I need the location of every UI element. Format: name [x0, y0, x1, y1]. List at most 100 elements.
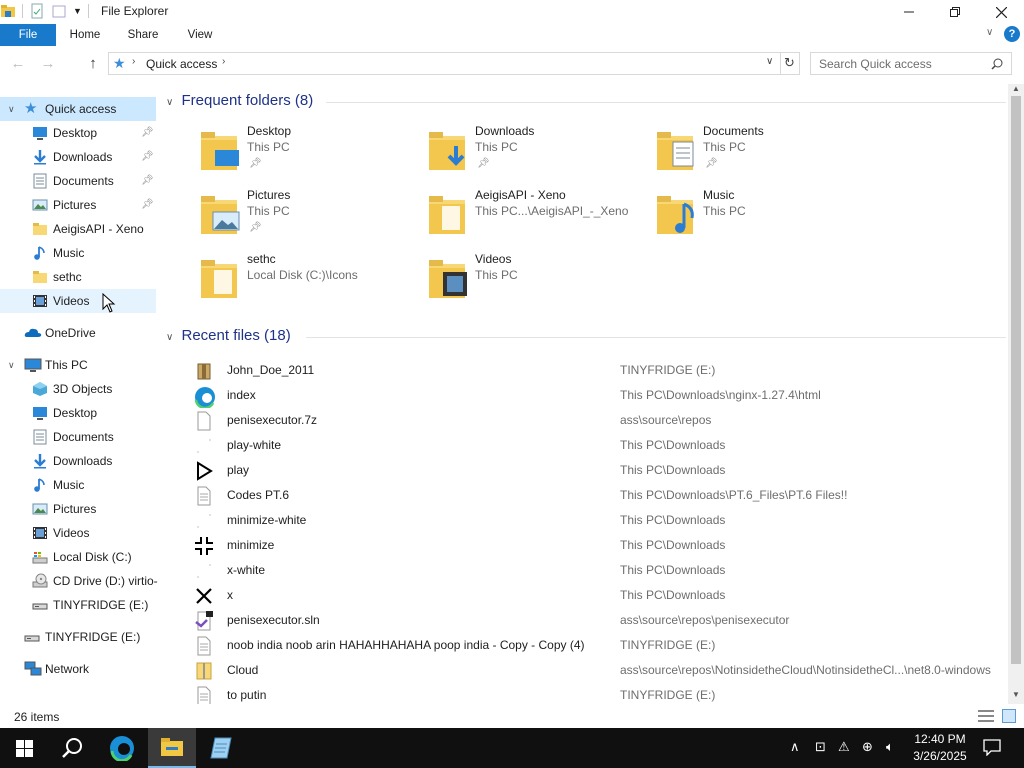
tab-share[interactable]: Share	[118, 24, 168, 46]
recent-file-row[interactable]: noob india noob arin HAHAHHAHAHA poop in…	[160, 633, 1008, 658]
properties-icon[interactable]	[29, 3, 45, 19]
taskbar-edge-button[interactable]	[98, 728, 146, 768]
sidebar-item-pictures[interactable]: Pictures 📌︎	[0, 193, 156, 217]
sidebar-item-music[interactable]: Music	[0, 241, 156, 265]
sidebar-item-pc-local-disk-c-[interactable]: Local Disk (C:)	[0, 545, 156, 569]
sidebar-item-pc-downloads[interactable]: Downloads	[0, 449, 156, 473]
back-button[interactable]: ←	[8, 54, 28, 74]
tab-view[interactable]: View	[175, 24, 225, 46]
recent-file-row[interactable]: play-white This PC\Downloads	[160, 433, 1008, 458]
recent-file-row[interactable]: to putin TINYFRIDGE (E:)	[160, 683, 1008, 704]
restore-button[interactable]	[932, 0, 978, 24]
folder-tile-aeigisapi-xeno[interactable]: AeigisAPI - Xeno This PC...\AeigisAPI_-_X…	[388, 184, 628, 244]
notifications-icon[interactable]	[983, 739, 1001, 756]
recent-file-row[interactable]: John_Doe_2011 TINYFRIDGE (E:)	[160, 358, 1008, 383]
defender-warning-icon[interactable]: ⚠	[838, 739, 850, 755]
folder-tile-sethc[interactable]: sethc Local Disk (C:)\Icons	[160, 248, 380, 308]
folder-tile-music[interactable]: Music This PC	[616, 184, 836, 244]
search-input[interactable]: Search Quick access	[810, 52, 1012, 75]
sidebar-item-label: Downloads	[53, 454, 113, 468]
recent-file-row[interactable]: index This PC\Downloads\nginx-1.27.4\html	[160, 383, 1008, 410]
sidebar-item-quick-access[interactable]: ∨ ★ Quick access	[0, 97, 156, 121]
tab-home[interactable]: Home	[60, 24, 110, 46]
vertical-scrollbar[interactable]: ▲ ▼	[1008, 84, 1024, 704]
recent-file-row[interactable]: play This PC\Downloads	[160, 458, 1008, 483]
clock[interactable]: 12:40 PM 3/26/2025	[905, 731, 975, 765]
scroll-up-icon[interactable]: ▲	[1012, 84, 1020, 93]
sidebar-item-downloads[interactable]: Downloads 📌︎	[0, 145, 156, 169]
sidebar-item-pc-music[interactable]: Music	[0, 473, 156, 497]
expand-ribbon-chevron-icon[interactable]: ∨	[986, 27, 993, 38]
forward-button[interactable]: →	[38, 54, 58, 74]
details-view-icon[interactable]	[978, 709, 994, 723]
sidebar-item-pc-documents[interactable]: Documents	[0, 425, 156, 449]
folder-tile-documents[interactable]: Documents This PC 📌︎	[616, 120, 836, 180]
pin-icon[interactable]: 📌︎	[141, 169, 154, 193]
folder-tile-pictures[interactable]: Pictures This PC 📌︎	[160, 184, 380, 244]
recent-file-row[interactable]: Codes PT.6 This PC\Downloads\PT.6_Files\P…	[160, 483, 1008, 508]
large-icons-view-icon[interactable]	[1002, 709, 1016, 723]
recent-file-row[interactable]: penisexecutor.7z ass\source\repos	[160, 408, 1008, 433]
sidebar-item-desktop[interactable]: Desktop 📌︎	[0, 121, 156, 145]
breadcrumb-quick-access[interactable]: Quick access	[146, 57, 217, 71]
sidebar-item-label: Quick access	[45, 102, 117, 116]
close-button[interactable]	[978, 0, 1024, 24]
frequent-folders-header[interactable]: ∨ Frequent folders (8)	[166, 92, 1006, 109]
pin-icon[interactable]: 📌︎	[141, 121, 154, 145]
recent-file-row[interactable]: Cloud ass\source\repos\NotinsidetheCloud\…	[160, 658, 1008, 683]
help-icon[interactable]: ?	[1004, 26, 1020, 42]
address-bar[interactable]: ★ › Quick access › ∨ ↻	[108, 52, 800, 75]
address-dropdown-icon[interactable]: ∨	[766, 56, 773, 67]
sidebar-item-pc-tinyfridge-e-[interactable]: TINYFRIDGE (E:)	[0, 593, 156, 617]
taskbar-file-explorer-button[interactable]	[148, 728, 196, 768]
folder-tile-downloads[interactable]: Downloads This PC 📌︎	[388, 120, 608, 180]
collapse-chevron-icon[interactable]: ∨	[8, 353, 15, 377]
sidebar-item-documents[interactable]: Documents 📌︎	[0, 169, 156, 193]
folder-tile-desktop[interactable]: Desktop This PC 📌︎	[160, 120, 380, 180]
tab-file[interactable]: File	[0, 24, 56, 46]
scroll-down-icon[interactable]: ▼	[1012, 690, 1020, 699]
sidebar-item-videos[interactable]: Videos	[0, 289, 156, 313]
minimize-button[interactable]	[886, 0, 932, 24]
new-folder-icon[interactable]	[51, 3, 67, 19]
volume-icon[interactable]: 🔈︎	[886, 739, 894, 755]
taskbar-notepad-button[interactable]	[197, 728, 245, 768]
sidebar-item-pc-pictures[interactable]: Pictures	[0, 497, 156, 521]
recent-file-row[interactable]: minimize-white This PC\Downloads	[160, 508, 1008, 533]
sidebar-item-pc-desktop[interactable]: Desktop	[0, 401, 156, 425]
folder-name: Pictures	[247, 188, 291, 202]
recent-file-row[interactable]: x This PC\Downloads	[160, 583, 1008, 608]
taskbar-search-button[interactable]	[48, 728, 96, 768]
show-hidden-icons-chevron-icon[interactable]: ∧	[790, 739, 800, 755]
sidebar-item-pc-cd-drive-d-virtio-[interactable]: CD Drive (D:) virtio-	[0, 569, 158, 593]
scrollbar-thumb[interactable]	[1011, 96, 1021, 664]
pin-icon[interactable]: 📌︎	[141, 145, 154, 169]
recent-file-row[interactable]: penisexecutor.sln ass\source\repos\penise…	[160, 608, 1008, 633]
file-name: Cloud	[227, 663, 259, 677]
collapse-chevron-icon[interactable]: ∨	[8, 97, 15, 121]
sidebar-item-aeigisapi-xeno[interactable]: AeigisAPI - Xeno	[0, 217, 156, 241]
recent-files-header[interactable]: ∨ Recent files (18)	[166, 327, 1006, 344]
sidebar-item-pc-videos[interactable]: Videos	[0, 521, 156, 545]
sidebar-item-tinyfridge[interactable]: TINYFRIDGE (E:)	[0, 625, 156, 649]
breadcrumb-chevron-icon[interactable]: ›	[222, 56, 225, 67]
up-button[interactable]: ↑	[83, 54, 103, 74]
refresh-icon[interactable]: ↻	[784, 55, 795, 71]
sidebar-item-this-pc[interactable]: ∨ This PC	[0, 353, 156, 377]
sidebar-item-label: sethc	[53, 270, 82, 284]
network-globe-icon[interactable]: ⊕	[862, 739, 873, 755]
sidebar-item-pc-3d-objects[interactable]: 3D Objects	[0, 377, 156, 401]
recent-file-row[interactable]: minimize This PC\Downloads	[160, 533, 1008, 558]
recent-file-row[interactable]: x-white This PC\Downloads	[160, 558, 1008, 583]
customize-toolbar-chevron-icon[interactable]: ▼	[73, 6, 82, 16]
pin-icon[interactable]: 📌︎	[141, 193, 154, 217]
sidebar-item-onedrive[interactable]: OneDrive	[0, 321, 156, 345]
sidebar-item-label: OneDrive	[45, 326, 96, 340]
sidebar-item-sethc[interactable]: sethc	[0, 265, 156, 289]
folder-tile-videos[interactable]: Videos This PC	[388, 248, 608, 308]
downloads-icon	[32, 453, 48, 469]
device-icon[interactable]: ⊡	[815, 739, 826, 755]
start-button[interactable]	[0, 728, 48, 768]
sidebar-item-network[interactable]: Network	[0, 657, 156, 681]
close-icon	[995, 6, 1007, 18]
